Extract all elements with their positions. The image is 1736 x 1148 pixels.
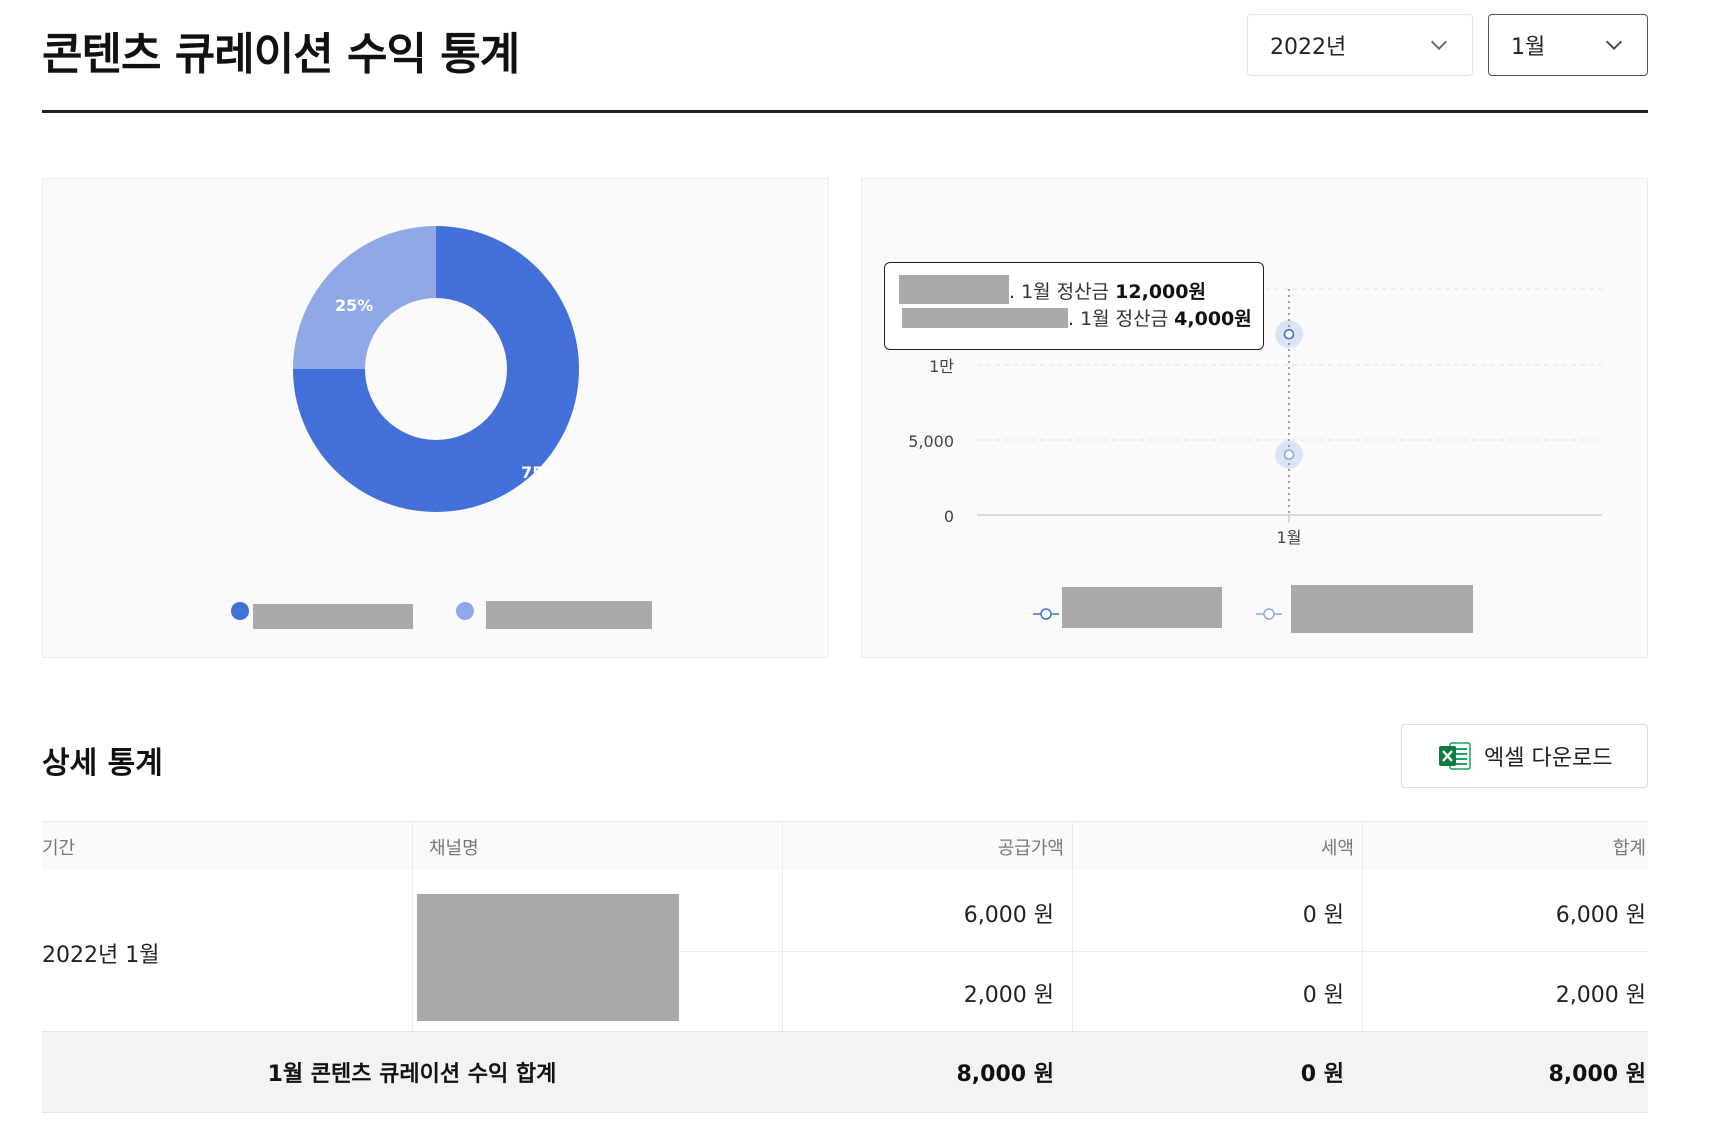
month-select[interactable]: 1월 [1488,14,1648,76]
legend-label-redacted [1291,585,1473,633]
tooltip-line-2-value: 4,000원 [1174,308,1252,330]
table-total-row: 1월 콘텐츠 큐레이션 수익 합계 8,000 원 0 원 8,000 원 [42,1031,1648,1113]
year-select-value: 2022년 [1270,35,1347,60]
period-cell: 2022년 1월 [42,943,160,968]
page-title: 콘텐츠 큐레이션 수익 통계 [42,29,520,80]
row2-supply: 2,000 원 [963,983,1054,1008]
row-divider [678,951,1648,952]
data-point-series1[interactable] [1283,328,1295,340]
tooltip-line-2-text: . 1월 정산금 [1068,308,1175,330]
section-title: 상세 통계 [42,746,163,781]
row1-supply: 6,000 원 [963,903,1054,928]
col-header-channel: 채널명 [429,838,479,859]
total-sum: 8,000 원 [1548,1062,1647,1087]
donut-chart: 75% 25% [293,226,579,512]
col-header-period: 기간 [42,838,76,859]
col-header-tax: 세액 [1320,838,1354,859]
data-point-series2[interactable] [1283,449,1295,461]
tooltip-line-1: . 1월 정산금 12,000원 [1009,277,1206,304]
month-select-value: 1월 [1511,35,1546,60]
channel-name-redacted [417,894,679,1021]
legend-label-redacted [486,601,652,629]
tooltip-line-1-value: 12,000원 [1115,281,1206,303]
total-supply: 8,000 원 [956,1062,1055,1087]
legend-dot-series2 [456,602,474,620]
legend-label-redacted [253,604,413,629]
legend-label-redacted [1062,587,1222,628]
table-header: 기간 채널명 공급가액 세액 합계 [42,821,1648,870]
y-tick-label-10k: 1만 [929,357,954,376]
col-divider [412,821,413,1031]
total-label: 1월 콘텐츠 큐레이션 수익 합계 [267,1062,557,1087]
excel-download-label: 엑셀 다운로드 [1484,746,1613,771]
col-header-supply: 공급가액 [997,838,1064,859]
row2-tax: 0 원 [1302,983,1344,1008]
row1-tax: 0 원 [1302,903,1344,928]
year-select[interactable]: 2022년 [1247,14,1473,76]
chevron-down-icon [1431,40,1447,50]
chart-tooltip: . 1월 정산금 12,000원 . 1월 정산금 4,000원 [884,262,1264,350]
tooltip-name-redacted [902,308,1068,328]
excel-download-button[interactable]: 엑셀 다운로드 [1401,724,1648,788]
legend-marker-series1 [1033,608,1059,620]
row1-total: 6,000 원 [1555,903,1646,928]
x-tick-label: 1월 [1277,528,1302,547]
line-chart-panel: 1만 5,000 0 1월 [861,178,1648,658]
donut-chart-panel: 75% 25% [42,178,829,658]
y-tick-label-5000: 5,000 [908,432,954,451]
line-chart: 1만 5,000 0 1월 [908,288,1602,547]
legend-marker-series2 [1256,608,1282,620]
legend-dot-series1 [231,602,249,620]
row2-total: 2,000 원 [1555,983,1646,1008]
chevron-down-icon [1606,40,1622,50]
tooltip-line-2: . 1월 정산금 4,000원 [1068,304,1252,331]
tooltip-name-redacted [899,275,1009,304]
y-tick-label-0: 0 [944,507,954,526]
excel-icon [1439,742,1471,770]
col-header-total: 합계 [1612,838,1646,859]
slice-label-25: 25% [335,296,373,315]
slice-label-75: 75% [521,463,559,482]
header-divider [42,110,1648,113]
total-tax: 0 원 [1300,1062,1344,1087]
tooltip-line-1-text: . 1월 정산금 [1009,281,1116,303]
